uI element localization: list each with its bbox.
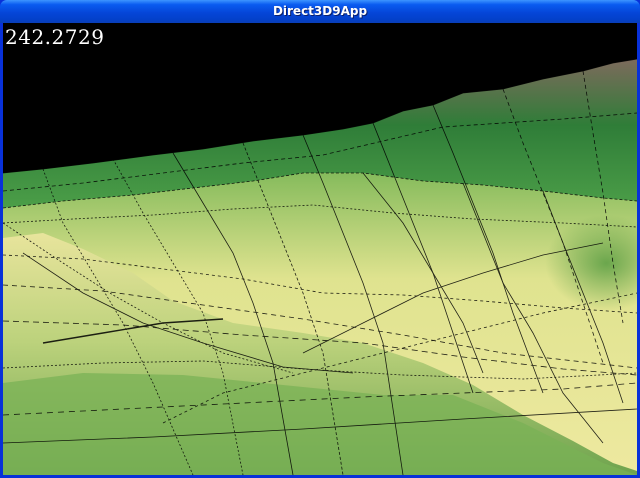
render-viewport[interactable]: 242.2729	[3, 23, 637, 475]
green-patch	[433, 183, 637, 343]
terrain-scene	[3, 23, 637, 475]
fps-counter: 242.2729	[5, 25, 105, 49]
title-bar[interactable]: Direct3D9App	[0, 0, 640, 23]
app-window: Direct3D9App 242.2729	[0, 0, 640, 478]
window-title: Direct3D9App	[272, 4, 368, 18]
